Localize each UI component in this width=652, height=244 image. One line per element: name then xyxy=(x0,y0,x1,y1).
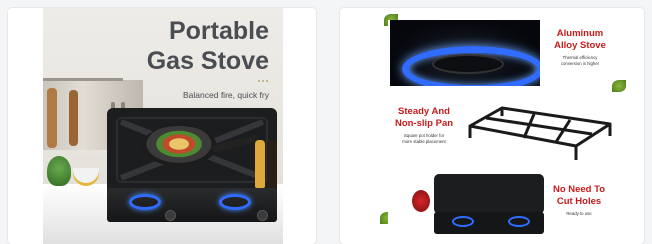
sauce-bottle xyxy=(267,140,277,188)
flame-icon xyxy=(129,194,161,210)
product-title-line2: Gas Stove xyxy=(146,47,269,75)
product-subtitle: Balanced fire, quick fry xyxy=(183,90,269,100)
product-title: Portable Gas Stove xyxy=(147,16,269,76)
feature-title-line1: No Need To xyxy=(552,184,606,195)
flame-icon xyxy=(452,216,474,227)
product-card-features[interactable]: Aluminum Alloy Stove Thermal efficiency … xyxy=(340,8,644,244)
flame-icon xyxy=(508,216,530,227)
burner-flame-image xyxy=(390,20,540,86)
oil-bottle xyxy=(255,140,265,188)
flame-icon xyxy=(219,194,251,210)
feature-title-line2: Cut Holes xyxy=(556,196,602,207)
feature-desc-line2: conversion is higher xyxy=(560,61,600,66)
leaf-decoration xyxy=(612,80,626,92)
feature-title-line1: Aluminum xyxy=(556,28,604,39)
cutting-board xyxy=(69,90,78,146)
feature-desc-line1: Ready to use xyxy=(566,211,592,216)
feature-text-noholes: No Need To Cut Holes Ready to use xyxy=(546,184,612,217)
knob-icon xyxy=(257,210,268,221)
feature-title-line2: Alloy Stove xyxy=(554,40,606,51)
vegetable-decoration xyxy=(412,190,430,212)
stove-closeup-image xyxy=(412,174,544,238)
product-image-main[interactable]: Portable Gas Stove Balanced fire, quick … xyxy=(43,8,283,244)
stove-lid xyxy=(434,174,544,214)
feature-panel-noholes: No Need To Cut Holes Ready to use xyxy=(388,174,612,238)
utensil-rail xyxy=(43,78,123,81)
feature-text-nonslip: Steady And Non-slip Pan Square pot holde… xyxy=(390,106,458,145)
feature-panel-nonslip: Steady And Non-slip Pan Square pot holde… xyxy=(388,100,612,164)
product-title-line1: Portable xyxy=(168,17,269,45)
feature-title-line1: Steady And xyxy=(398,106,450,117)
gas-stove-illustration xyxy=(107,108,277,226)
feature-panel-alloy: Aluminum Alloy Stove Thermal efficiency … xyxy=(388,20,612,86)
product-card-main[interactable]: Portable Gas Stove Balanced fire, quick … xyxy=(8,8,316,244)
feature-title-line2: Non-slip Pan xyxy=(394,118,454,129)
cutting-board xyxy=(47,88,57,148)
burner-cap xyxy=(432,54,504,74)
feature-text-alloy: Aluminum Alloy Stove Thermal efficiency … xyxy=(548,28,612,67)
feature-desc-line2: more stable placement xyxy=(402,139,446,144)
knob-icon xyxy=(165,210,176,221)
pan-support-icon xyxy=(468,106,612,160)
decorative-dots xyxy=(258,80,268,82)
plant-decoration xyxy=(47,156,71,186)
frying-pan-with-vegetables xyxy=(141,126,217,166)
